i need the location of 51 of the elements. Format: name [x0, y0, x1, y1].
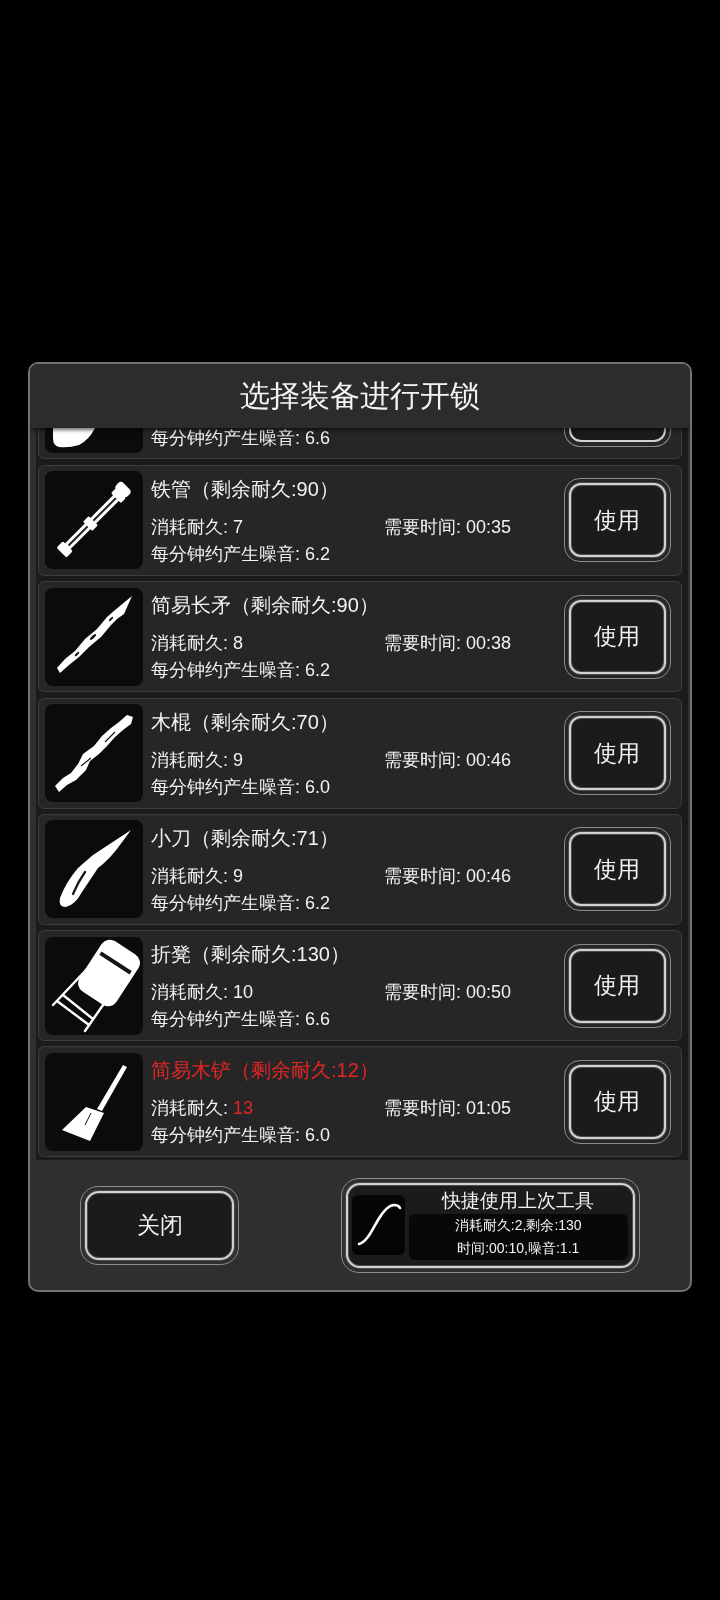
time-text: 需要时间: 00:50	[384, 981, 512, 1005]
cost-label: 消耗耐久:	[151, 632, 228, 656]
use-button[interactable]: 使用	[563, 827, 671, 912]
noise-text: 每分钟约产生噪音: 6.2	[151, 659, 331, 683]
spear-icon	[45, 587, 143, 686]
time-text: 需要时间: 00:46	[384, 748, 512, 772]
item-name: 铁管（剩余耐久:90）	[151, 477, 339, 502]
quick-use-stat: 时间:00:10,噪音:1.1	[457, 1238, 580, 1258]
cost-value: 9	[233, 864, 244, 888]
item-icon	[45, 428, 143, 453]
use-button[interactable]: 使用	[563, 711, 671, 796]
stick-icon	[45, 704, 143, 803]
quick-use-button[interactable]: 快捷使用上次工具 消耗耐久:2,剩余:130 时间:00:10,噪音:1.1	[341, 1177, 640, 1273]
cost-label: 消耗耐久:	[151, 516, 228, 539]
cost-value: 8	[233, 632, 244, 656]
cost-label: 消耗耐久:	[151, 748, 228, 772]
noise-text: 每分钟约产生噪音: 6.2	[151, 891, 331, 915]
cost-value: 7	[233, 516, 244, 539]
use-button[interactable]	[563, 428, 671, 447]
use-button[interactable]: 使用	[563, 478, 671, 563]
noise-text: 每分钟约产生噪音: 6.2	[151, 543, 331, 566]
curve-icon	[352, 1195, 405, 1255]
item-name: 简易长矛（剩余耐久:90）	[151, 593, 379, 619]
cost-label: 消耗耐久:	[151, 864, 228, 888]
cost-value: 9	[233, 748, 244, 772]
quick-use-stat: 消耗耐久:2,剩余:130	[454, 1215, 582, 1235]
item-name: 小刀（剩余耐久:71）	[151, 825, 339, 851]
cost-label: 消耗耐久:	[151, 1097, 228, 1121]
time-text: 需要时间: 01:05	[384, 1097, 512, 1121]
cost-value: 10	[233, 981, 254, 1005]
use-button[interactable]: 使用	[563, 943, 671, 1028]
time-text: 需要时间: 00:35	[384, 516, 512, 539]
folding-chair-icon	[45, 936, 143, 1035]
cost-label: 消耗耐久:	[151, 981, 228, 1005]
spatula-icon	[45, 1052, 143, 1151]
use-button[interactable]: 使用	[563, 594, 671, 679]
dialog-title: 选择装备进行开锁	[240, 378, 480, 414]
item-name: 木棍（剩余耐久:70）	[151, 709, 339, 735]
noise-text: 每分钟约产生噪音: 6.6	[151, 1008, 331, 1032]
item-name: 简易木铲（剩余耐久:12）	[151, 1058, 379, 1084]
time-text: 需要时间: 00:38	[384, 632, 512, 656]
noise-text: 每分钟约产生噪音: 6.0	[151, 1124, 331, 1148]
knife-icon	[45, 820, 143, 919]
item-name: 折凳（剩余耐久:130）	[151, 942, 350, 968]
pipe-icon	[45, 471, 143, 570]
cost-value: 13	[233, 1097, 254, 1121]
time-text: 需要时间: 00:46	[384, 864, 512, 888]
noise-text: 每分钟约产生噪音: 6.6	[151, 428, 331, 447]
noise-text: 每分钟约产生噪音: 6.0	[151, 775, 331, 799]
use-button[interactable]: 使用	[563, 1059, 671, 1144]
close-button[interactable]: 关闭	[80, 1185, 239, 1265]
